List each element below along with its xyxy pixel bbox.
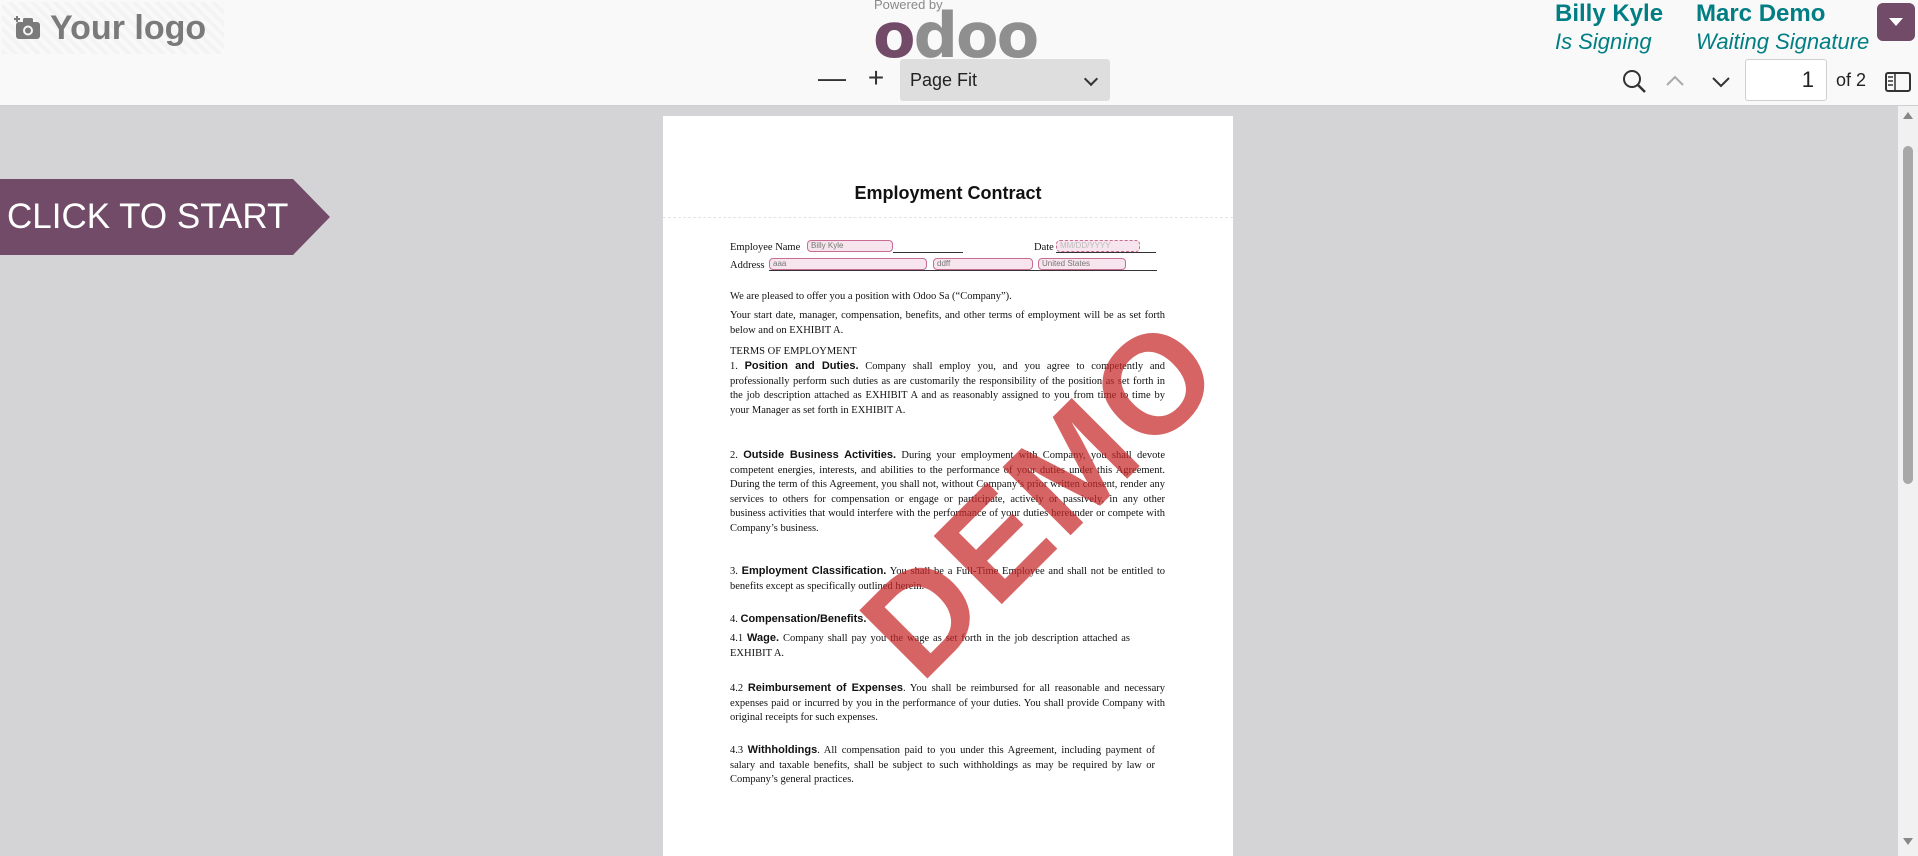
odoo-logo: odoo — [873, 0, 1039, 72]
logo-text: Your logo — [50, 8, 207, 47]
section-title: Compensation/Benefits. — [740, 613, 867, 625]
scroll-down-arrow[interactable] — [1903, 838, 1913, 845]
signer-name: Billy Kyle — [1555, 0, 1664, 27]
pdf-viewer[interactable]: Employment Contract Employee Name Billy … — [0, 106, 1918, 856]
section-number: 4.1 — [730, 633, 744, 644]
options-dropdown-button[interactable] — [1877, 3, 1915, 41]
zoom-value: Page Fit — [910, 69, 978, 90]
scroll-up-arrow[interactable] — [1903, 112, 1913, 119]
section-title: Withholdings — [747, 744, 818, 756]
underline — [769, 270, 1157, 271]
section-title: Wage. — [747, 632, 780, 644]
section-outside-activities: 2. Outside Business Activities. During y… — [730, 448, 1165, 536]
section-position-duties: 1. Position and Duties. Company shall em… — [730, 359, 1165, 418]
top-bar: Your logo Powered by odoo Billy Kyle Is … — [0, 0, 1918, 106]
click-to-start-button[interactable]: CLICK TO START — [0, 179, 330, 255]
section-number: 4.3 — [730, 745, 744, 756]
section-title: Reimbursement of Expenses — [747, 682, 903, 694]
scroll-thumb[interactable] — [1903, 146, 1913, 484]
country-field[interactable]: United States — [1038, 258, 1126, 270]
signer-status: Waiting Signature — [1696, 29, 1870, 54]
intro-paragraph-2: Your start date, manager, compensation, … — [730, 310, 1165, 336]
previous-page-icon[interactable] — [1657, 64, 1693, 100]
section-wage: 4.1 Wage. Company shall pay you the wage… — [730, 631, 1130, 661]
caret-down-icon — [1889, 18, 1903, 26]
zoom-select[interactable]: Page Fit — [900, 59, 1110, 101]
date-label: Date — [1034, 242, 1054, 253]
terms-heading: TERMS OF EMPLOYMENT — [730, 346, 857, 357]
section-reimbursement: 4.2 Reimbursement of Expenses. You shall… — [730, 681, 1165, 726]
employee-name-label: Employee Name — [730, 242, 801, 253]
chevron-down-icon — [1083, 71, 1099, 87]
section-title: Employment Classification. — [741, 565, 887, 577]
zoom-in-button[interactable]: + — [858, 60, 894, 96]
section-text: During your employment with Company, you… — [730, 450, 1166, 534]
vertical-scrollbar[interactable] — [1898, 106, 1918, 856]
address-field[interactable]: aaa — [769, 258, 927, 270]
section-number: 4.2 — [730, 683, 744, 694]
signer-marc-demo: Marc Demo Waiting Signature — [1696, 0, 1869, 56]
sidebar-toggle-icon[interactable] — [1880, 64, 1916, 100]
intro-paragraph-1: We are pleased to offer you a position w… — [730, 291, 1012, 302]
employee-name-field[interactable]: Billy Kyle — [807, 240, 893, 252]
section-number: 3. — [730, 566, 738, 577]
zoom-out-button[interactable]: — — [814, 60, 850, 96]
search-icon[interactable] — [1617, 64, 1653, 100]
section-number: 4. — [730, 614, 738, 625]
section-text: Company shall pay you the wage as set fo… — [730, 633, 1130, 659]
signer-status: Is Signing — [1555, 29, 1652, 54]
camera-icon — [14, 16, 40, 39]
signer-name: Marc Demo — [1696, 0, 1826, 27]
next-page-icon[interactable] — [1703, 64, 1739, 100]
section-employment-classification: 3. Employment Classification. You shall … — [730, 564, 1165, 594]
document-title: Employment Contract — [854, 183, 1042, 203]
city-field[interactable]: ddff — [933, 258, 1033, 270]
section-title: Position and Duties. — [744, 360, 859, 372]
signer-billy-kyle: Billy Kyle Is Signing — [1555, 0, 1663, 56]
section-withholdings: 4.3 Withholdings. All compensation paid … — [730, 743, 1155, 788]
date-field[interactable]: MM/DD/YYYY — [1056, 240, 1140, 252]
section-number: 1. — [730, 361, 738, 372]
underline — [893, 252, 963, 253]
underline — [1056, 252, 1156, 253]
page-number-input[interactable]: 1 — [1745, 59, 1827, 101]
address-label: Address — [730, 260, 765, 271]
section-number: 2. — [730, 450, 738, 461]
section-compensation: 4. Compensation/Benefits. — [730, 612, 1165, 628]
company-logo: Your logo — [2, 2, 224, 54]
page-count: of 2 — [1836, 70, 1867, 90]
document-page: Employment Contract Employee Name Billy … — [663, 116, 1233, 856]
section-title: Outside Business Activities. — [743, 449, 897, 461]
page-divider — [663, 217, 1233, 218]
